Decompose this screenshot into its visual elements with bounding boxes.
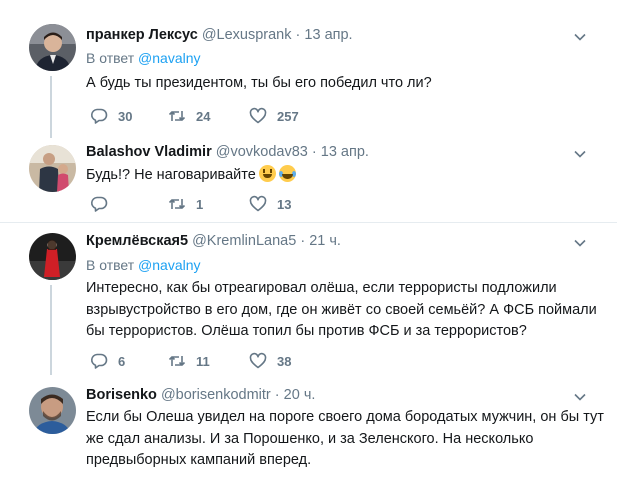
reply-icon — [91, 196, 108, 212]
reply-icon — [91, 353, 108, 369]
author-handle[interactable]: @vovkodav83 — [216, 144, 308, 160]
author-handle[interactable]: @borisenkodmitr — [161, 387, 271, 403]
timestamp[interactable]: 21 ч. — [309, 233, 341, 249]
retweet-count: 1 — [196, 196, 204, 212]
tweet-text-line: Интересно, как бы отреагировал олёша, ес… — [86, 280, 557, 296]
retweet-count: 11 — [196, 353, 210, 369]
like-count: 257 — [277, 108, 299, 124]
like-count: 38 — [277, 353, 292, 369]
avatar[interactable] — [29, 145, 76, 192]
timestamp[interactable]: 13 апр. — [304, 27, 352, 43]
avatar-image — [29, 145, 76, 192]
retweet-count: 24 — [196, 108, 211, 124]
thread-line — [50, 285, 52, 375]
author-name[interactable]: Borisenko — [86, 387, 157, 403]
avatar[interactable] — [29, 387, 76, 434]
author-handle[interactable]: @Lexusprank — [202, 27, 292, 43]
timestamp[interactable]: 13 апр. — [321, 144, 369, 160]
retweet-icon — [168, 199, 186, 209]
reply-mention-link[interactable]: @navalny — [138, 257, 200, 273]
like-button[interactable]: 13 — [249, 193, 291, 215]
chevron-down-icon[interactable] — [573, 236, 587, 250]
tweet-text-line: же сдал анализы. И за Порошенко, и за Зе… — [86, 430, 534, 447]
chevron-down-icon[interactable] — [573, 147, 587, 161]
tweet-text-line: предвыборных кампаний вперед. — [86, 452, 312, 468]
reply-to-label: В ответ — [86, 50, 135, 66]
like-button[interactable]: 38 — [249, 350, 291, 372]
reply-icon — [91, 108, 108, 124]
heart-icon — [249, 195, 267, 212]
tweet-text-line: бы террористов. Олёша топил бы против ФС… — [86, 323, 527, 339]
tweet-2[interactable]: Balashov Vladimir @vovkodav83 · 13 апр. … — [0, 138, 617, 222]
tweet-text-line: Будь!? Не наговаривайте — [86, 167, 256, 183]
avatar[interactable] — [29, 233, 76, 280]
author-name[interactable]: Кремлёвская5 — [86, 233, 188, 249]
reply-mention-link[interactable]: @navalny — [138, 50, 200, 66]
reply-button[interactable]: 6 — [90, 350, 125, 372]
reply-to-label: В ответ — [86, 257, 135, 273]
separator-dot: · — [300, 233, 306, 249]
separator-dot: · — [311, 144, 317, 160]
author-handle[interactable]: @KremlinLana5 — [192, 233, 296, 249]
retweet-icon — [168, 356, 186, 366]
tweet-1[interactable]: пранкер Лексус @Lexusprank · 13 апр. В о… — [0, 0, 617, 138]
thread-line — [50, 76, 52, 138]
tweet-text-line: Если бы Олеша увидел на пороге своего до… — [86, 409, 604, 425]
chevron-down-icon[interactable] — [573, 30, 587, 44]
retweet-button[interactable]: 11 — [168, 350, 210, 372]
retweet-button[interactable]: 1 — [168, 193, 203, 215]
avatar[interactable] — [29, 24, 76, 71]
reply-button[interactable] — [90, 193, 118, 215]
tweet-text-line: взрывустройство в его дом, где он живёт … — [86, 301, 597, 318]
separator-dot: · — [274, 387, 280, 403]
avatar-image — [29, 233, 76, 280]
like-count: 13 — [277, 196, 292, 212]
tweet-3[interactable]: Кремлёвская5 @KremlinLana5 · 21 ч. В отв… — [0, 223, 617, 375]
grinning-face-emoji — [258, 165, 276, 182]
reply-count: 6 — [118, 353, 126, 369]
tweet-text-line: А будь ты президентом, ты бы его победил… — [86, 75, 432, 91]
reply-button[interactable]: 30 — [90, 105, 132, 127]
avatar-image — [29, 387, 76, 434]
retweet-icon — [168, 111, 186, 121]
separator-dot: · — [295, 27, 301, 43]
timestamp[interactable]: 20 ч. — [284, 387, 316, 403]
chevron-down-icon[interactable] — [573, 390, 587, 404]
avatar-image — [29, 24, 76, 71]
heart-icon — [249, 352, 267, 369]
reply-count: 30 — [118, 108, 133, 124]
tweet-4[interactable]: Borisenko @borisenkodmitr · 20 ч. Если б… — [0, 375, 617, 480]
author-name[interactable]: Balashov Vladimir — [86, 144, 212, 160]
tears-of-joy-emoji — [278, 165, 296, 182]
heart-icon — [249, 107, 267, 124]
like-button[interactable]: 257 — [249, 105, 299, 127]
author-name[interactable]: пранкер Лексус — [86, 27, 198, 43]
retweet-button[interactable]: 24 — [168, 105, 210, 127]
